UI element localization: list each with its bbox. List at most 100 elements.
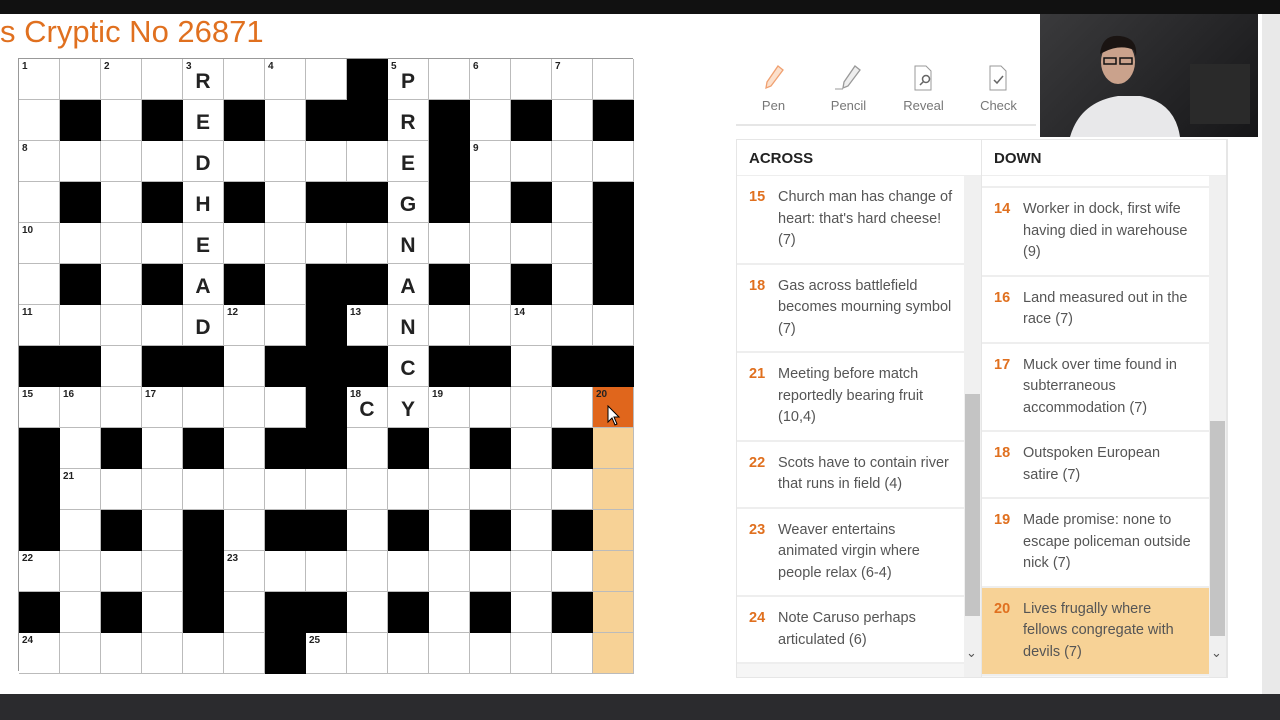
grid-cell[interactable]: A: [183, 264, 224, 305]
grid-cell[interactable]: [265, 100, 306, 141]
grid-cell[interactable]: 17: [142, 387, 183, 428]
grid-cell[interactable]: [388, 551, 429, 592]
down-scrollbar[interactable]: ⌄: [1209, 176, 1226, 677]
grid-cell[interactable]: 14: [511, 305, 552, 346]
grid-cell[interactable]: [388, 469, 429, 510]
chevron-down-icon[interactable]: ⌄: [966, 645, 977, 661]
grid-cell[interactable]: [306, 469, 347, 510]
grid-cell[interactable]: [511, 223, 552, 264]
grid-cell[interactable]: [593, 305, 634, 346]
grid-cell[interactable]: [511, 59, 552, 100]
grid-cell[interactable]: 1: [19, 59, 60, 100]
grid-cell[interactable]: [183, 633, 224, 674]
grid-cell[interactable]: [142, 141, 183, 182]
grid-cell[interactable]: [470, 100, 511, 141]
grid-cell[interactable]: [429, 551, 470, 592]
grid-cell[interactable]: [593, 59, 634, 100]
grid-cell[interactable]: [224, 387, 265, 428]
grid-cell[interactable]: [101, 182, 142, 223]
grid-cell[interactable]: [224, 510, 265, 551]
grid-cell[interactable]: [60, 305, 101, 346]
grid-cell[interactable]: [101, 387, 142, 428]
grid-cell[interactable]: [552, 469, 593, 510]
grid-cell[interactable]: [593, 510, 634, 551]
grid-cell[interactable]: [552, 633, 593, 674]
grid-cell[interactable]: [224, 223, 265, 264]
down-clue-item[interactable]: 14 Worker in dock, first wife having died…: [982, 188, 1209, 277]
grid-cell[interactable]: [347, 510, 388, 551]
grid-cell[interactable]: [265, 223, 306, 264]
grid-cell[interactable]: [429, 592, 470, 633]
grid-cell[interactable]: [552, 182, 593, 223]
check-button[interactable]: Check: [961, 60, 1036, 124]
down-clue-item[interactable]: 17 Muck over time found in subterraneous …: [982, 343, 1209, 432]
grid-cell[interactable]: 3R: [183, 59, 224, 100]
grid-cell[interactable]: [19, 264, 60, 305]
grid-cell[interactable]: [19, 182, 60, 223]
grid-cell[interactable]: D: [183, 141, 224, 182]
grid-cell[interactable]: 4: [265, 59, 306, 100]
grid-cell[interactable]: N: [388, 305, 429, 346]
grid-cell[interactable]: [306, 223, 347, 264]
grid-cell[interactable]: [101, 141, 142, 182]
grid-cell[interactable]: 15: [19, 387, 60, 428]
across-clue-item[interactable]: 18 Gas across battlefield becomes mournin…: [737, 264, 964, 353]
grid-cell[interactable]: [552, 305, 593, 346]
grid-cell[interactable]: 2: [101, 59, 142, 100]
across-scrollbar[interactable]: ⌄: [964, 176, 981, 677]
grid-cell[interactable]: 22: [19, 551, 60, 592]
grid-cell[interactable]: [552, 141, 593, 182]
grid-cell[interactable]: [593, 428, 634, 469]
grid-cell[interactable]: [511, 141, 552, 182]
grid-cell[interactable]: [142, 633, 183, 674]
grid-cell[interactable]: 5P: [388, 59, 429, 100]
page-scrollbar[interactable]: [1262, 14, 1280, 694]
grid-cell[interactable]: [101, 551, 142, 592]
down-clue-item[interactable]: 19 Made promise: none to escape policeman…: [982, 499, 1209, 588]
grid-cell[interactable]: Y: [388, 387, 429, 428]
grid-cell[interactable]: [552, 387, 593, 428]
grid-cell[interactable]: [347, 223, 388, 264]
grid-cell[interactable]: [142, 510, 183, 551]
reveal-button[interactable]: Reveal: [886, 60, 961, 124]
grid-cell[interactable]: [60, 510, 101, 551]
grid-cell[interactable]: [142, 469, 183, 510]
grid-cell[interactable]: 6: [470, 59, 511, 100]
across-clue-item[interactable]: 22 Scots have to contain river that runs …: [737, 441, 964, 509]
grid-cell[interactable]: H: [183, 182, 224, 223]
grid-cell[interactable]: [470, 305, 511, 346]
grid-cell[interactable]: [19, 100, 60, 141]
grid-cell[interactable]: [593, 592, 634, 633]
grid-cell[interactable]: [511, 551, 552, 592]
grid-cell[interactable]: [511, 428, 552, 469]
grid-cell[interactable]: [60, 59, 101, 100]
grid-cell[interactable]: 8: [19, 141, 60, 182]
grid-cell[interactable]: 18 C: [347, 387, 388, 428]
grid-cell[interactable]: [224, 633, 265, 674]
grid-cell[interactable]: [511, 633, 552, 674]
grid-cell[interactable]: [183, 387, 224, 428]
grid-cell[interactable]: [347, 428, 388, 469]
grid-cell[interactable]: [60, 633, 101, 674]
grid-cell[interactable]: 13: [347, 305, 388, 346]
grid-cell[interactable]: [593, 633, 634, 674]
grid-cell[interactable]: [101, 633, 142, 674]
down-clue-item[interactable]: 16 Land measured out in the race (7): [982, 276, 1209, 344]
grid-cell[interactable]: 25: [306, 633, 347, 674]
grid-cell[interactable]: [347, 592, 388, 633]
grid-cell[interactable]: N: [388, 223, 429, 264]
grid-cell[interactable]: 21: [60, 469, 101, 510]
grid-cell[interactable]: [470, 182, 511, 223]
grid-cell[interactable]: [347, 633, 388, 674]
grid-cell[interactable]: [101, 264, 142, 305]
chevron-down-icon[interactable]: ⌄: [1211, 645, 1222, 661]
grid-cell[interactable]: [511, 469, 552, 510]
grid-cell[interactable]: [60, 551, 101, 592]
grid-cell[interactable]: [224, 141, 265, 182]
grid-cell[interactable]: 16: [60, 387, 101, 428]
across-clue-item[interactable]: 24 Note Caruso perhaps articulated (6): [737, 597, 964, 664]
grid-cell[interactable]: [347, 551, 388, 592]
grid-cell[interactable]: [347, 469, 388, 510]
grid-cell[interactable]: [265, 182, 306, 223]
grid-cell[interactable]: [142, 592, 183, 633]
